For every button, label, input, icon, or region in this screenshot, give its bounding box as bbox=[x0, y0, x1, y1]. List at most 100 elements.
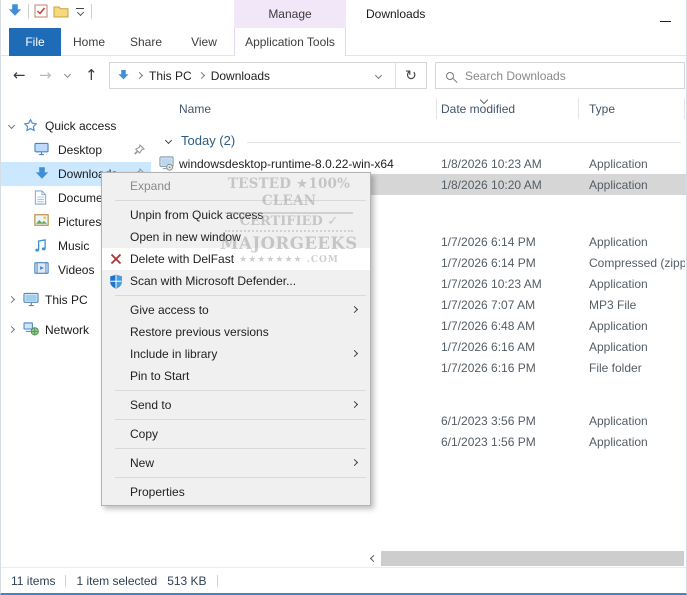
column-header-type[interactable]: Type bbox=[589, 102, 615, 116]
menu-separator bbox=[115, 390, 366, 391]
file-type: Application bbox=[589, 235, 648, 249]
menu-item-give-access-to[interactable]: Give access to bbox=[102, 299, 370, 321]
menu-item-pin-to-start[interactable]: Pin to Start bbox=[102, 365, 370, 387]
status-divider bbox=[217, 575, 218, 587]
app-downloads-icon bbox=[7, 3, 23, 19]
status-bar: 11 items 1 item selected 513 KB bbox=[1, 567, 686, 593]
tab-home[interactable]: Home bbox=[65, 28, 113, 56]
collapse-group-icon[interactable] bbox=[165, 137, 172, 144]
tab-share[interactable]: Share bbox=[119, 28, 173, 56]
tab-application-tools[interactable]: Application Tools bbox=[234, 28, 346, 56]
expander-right-icon[interactable] bbox=[8, 326, 15, 333]
up-icon[interactable]: ↑ bbox=[85, 65, 98, 85]
file-date-modified: 1/7/2026 6:48 AM bbox=[441, 319, 535, 333]
submenu-arrow-icon bbox=[351, 459, 358, 466]
menu-separator bbox=[115, 448, 366, 449]
file-type: Application bbox=[589, 414, 648, 428]
breadcrumb-downloads[interactable]: Downloads bbox=[211, 69, 270, 83]
expander-down-icon[interactable] bbox=[8, 122, 15, 129]
star-icon bbox=[23, 118, 38, 133]
menu-item-label: Copy bbox=[130, 427, 158, 441]
menu-item-label: Open in new window bbox=[130, 230, 241, 244]
sidebar-item-label: Music bbox=[58, 239, 89, 253]
menu-item-label: Expand bbox=[130, 179, 171, 193]
quick-access-toolbar bbox=[7, 3, 92, 19]
sidebar-item-label: Pictures bbox=[58, 215, 101, 229]
downloads-folder-icon bbox=[117, 69, 130, 82]
menu-item-include-in-library[interactable]: Include in library bbox=[102, 343, 370, 365]
expander-right-icon[interactable] bbox=[8, 296, 15, 303]
back-icon[interactable]: ← bbox=[13, 65, 26, 85]
menu-item-label: Delete with DelFast bbox=[130, 252, 234, 266]
file-type: File folder bbox=[589, 361, 642, 375]
file-date-modified: 1/7/2026 10:23 AM bbox=[441, 277, 542, 291]
search-box[interactable] bbox=[435, 62, 685, 89]
menu-item-open-in-new-window[interactable]: Open in new window bbox=[102, 226, 370, 248]
file-date-modified: 1/7/2026 6:14 PM bbox=[441, 235, 536, 249]
sidebar-item-label: Network bbox=[45, 323, 89, 337]
menu-item-delete-with-delfast[interactable]: Delete with DelFast bbox=[102, 248, 370, 270]
new-folder-icon[interactable] bbox=[53, 5, 69, 18]
submenu-arrow-icon bbox=[351, 306, 358, 313]
pc-icon bbox=[23, 292, 39, 307]
music-icon bbox=[34, 238, 47, 253]
file-type: Application bbox=[589, 277, 648, 291]
file-date-modified: 1/7/2026 6:14 PM bbox=[441, 256, 536, 270]
menu-item-send-to[interactable]: Send to bbox=[102, 394, 370, 416]
sidebar-item-label: Videos bbox=[58, 263, 94, 277]
file-row[interactable]: windowsdesktop-runtime-8.0.22-win-x641/8… bbox=[151, 153, 687, 174]
window-title: Downloads bbox=[366, 7, 425, 21]
menu-item-scan-with-microsoft-defender[interactable]: Scan with Microsoft Defender... bbox=[102, 270, 370, 292]
contextual-tab-group-manage[interactable]: Manage bbox=[234, 0, 346, 28]
explorer-window: Manage Downloads File Home Share View Ap… bbox=[0, 0, 687, 595]
menu-item-properties[interactable]: Properties bbox=[102, 481, 370, 503]
file-date-modified: 6/1/2023 1:56 PM bbox=[441, 435, 536, 449]
refresh-icon[interactable]: ↻ bbox=[396, 68, 426, 84]
network-icon bbox=[23, 322, 39, 336]
group-header-today-2[interactable]: Today (2) bbox=[151, 131, 687, 153]
group-label: Today (2) bbox=[181, 133, 235, 148]
tab-file[interactable]: File bbox=[9, 28, 61, 56]
tab-view[interactable]: View bbox=[179, 28, 229, 56]
breadcrumb-chevron-icon bbox=[198, 72, 205, 79]
file-date-modified: 1/7/2026 7:07 AM bbox=[441, 298, 535, 312]
scroll-left-icon[interactable] bbox=[366, 551, 381, 566]
sidebar-item-quick-access[interactable]: Quick access bbox=[1, 114, 151, 138]
menu-item-restore-previous-versions[interactable]: Restore previous versions bbox=[102, 321, 370, 343]
address-dropdown-icon[interactable] bbox=[375, 72, 382, 79]
recent-locations-icon[interactable] bbox=[64, 71, 71, 78]
submenu-arrow-icon bbox=[351, 401, 358, 408]
column-divider[interactable] bbox=[578, 98, 579, 119]
menu-item-label: Properties bbox=[130, 485, 185, 499]
minimize-button[interactable] bbox=[654, 6, 676, 22]
horizontal-scrollbar[interactable] bbox=[151, 551, 687, 566]
menu-item-unpin-from-quick-access[interactable]: Unpin from Quick access bbox=[102, 204, 370, 226]
menu-item-expand: Expand bbox=[102, 175, 370, 197]
column-divider[interactable] bbox=[684, 98, 685, 119]
file-type: Application bbox=[589, 435, 648, 449]
customize-qat-dropdown-icon[interactable] bbox=[74, 6, 86, 17]
group-rule bbox=[247, 142, 681, 143]
menu-item-new[interactable]: New bbox=[102, 452, 370, 474]
menu-item-label: Unpin from Quick access bbox=[130, 208, 263, 222]
column-header-name[interactable]: Name bbox=[179, 102, 211, 116]
sidebar-item-label: Desktop bbox=[58, 143, 102, 157]
menu-item-label: New bbox=[130, 456, 154, 470]
title-bar: Manage Downloads bbox=[1, 0, 686, 28]
selection-count: 1 item selected bbox=[76, 574, 157, 588]
menu-item-copy[interactable]: Copy bbox=[102, 423, 370, 445]
breadcrumb[interactable]: This PC Downloads ↻ bbox=[109, 62, 427, 89]
column-headers: Name Date modified Type bbox=[151, 95, 687, 122]
sidebar-item-desktop[interactable]: Desktop bbox=[1, 138, 151, 162]
properties-icon[interactable] bbox=[34, 4, 48, 18]
pin-icon bbox=[133, 144, 145, 156]
search-input[interactable] bbox=[463, 68, 684, 84]
scrollbar-thumb[interactable] bbox=[381, 551, 684, 566]
download-icon bbox=[34, 166, 50, 182]
menu-item-label: Send to bbox=[130, 398, 171, 412]
column-header-date-modified[interactable]: Date modified bbox=[441, 102, 515, 116]
menu-separator bbox=[115, 419, 366, 420]
file-type: Application bbox=[589, 319, 648, 333]
column-divider[interactable] bbox=[436, 98, 437, 119]
breadcrumb-this-pc[interactable]: This PC bbox=[149, 69, 192, 83]
